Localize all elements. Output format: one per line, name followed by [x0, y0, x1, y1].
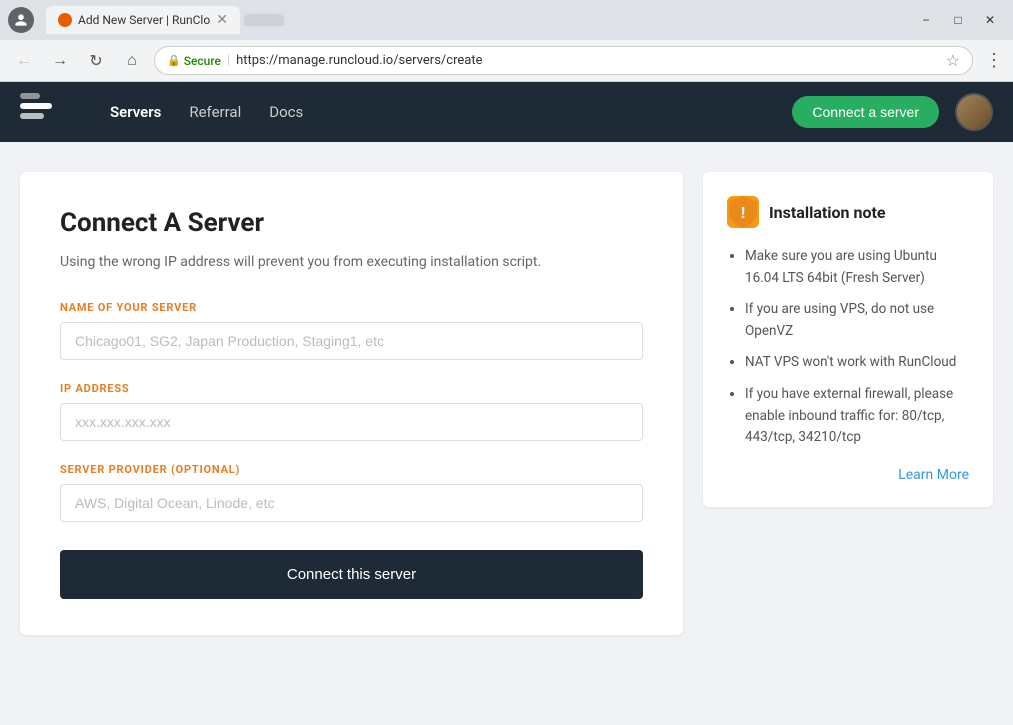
server-name-input[interactable] — [60, 322, 643, 360]
form-card: Connect A Server Using the wrong IP addr… — [20, 172, 683, 635]
connect-this-server-button[interactable]: Connect this server — [60, 550, 643, 599]
note-items-list: Make sure you are using Ubuntu 16.04 LTS… — [727, 246, 969, 449]
tab-favicon — [58, 13, 72, 27]
note-footer: Learn More — [727, 467, 969, 483]
form-description: Using the wrong IP address will prevent … — [60, 252, 643, 273]
minimize-button[interactable]: − — [911, 7, 941, 33]
server-provider-label: SERVER PROVIDER (OPTIONAL) — [60, 463, 643, 476]
server-name-label: NAME OF YOUR SERVER — [60, 301, 643, 314]
ip-address-group: IP ADDRESS — [60, 382, 643, 441]
server-provider-group: SERVER PROVIDER (OPTIONAL) — [60, 463, 643, 522]
browser-user-icon — [8, 7, 34, 33]
shield-warning-icon: ! — [727, 196, 759, 228]
top-navigation: Servers Referral Docs Connect a server — [0, 82, 1013, 142]
page-title: Connect A Server — [60, 208, 643, 238]
close-button[interactable]: ✕ — [975, 7, 1005, 33]
note-item-4: If you have external firewall, please en… — [745, 384, 969, 449]
ip-address-input[interactable] — [60, 403, 643, 441]
note-item-3: NAT VPS won't work with RunCloud — [745, 352, 969, 374]
svg-text:!: ! — [741, 203, 745, 222]
secure-badge: 🔒 Secure — [167, 54, 221, 68]
nav-links: Servers Referral Docs — [106, 95, 307, 129]
user-avatar[interactable] — [955, 93, 993, 131]
home-button[interactable]: ⌂ — [118, 47, 146, 75]
note-item-2: If you are using VPS, do not use OpenVZ — [745, 299, 969, 342]
maximize-button[interactable]: □ — [943, 7, 973, 33]
nav-docs[interactable]: Docs — [265, 95, 307, 129]
nav-logo[interactable] — [20, 93, 76, 132]
address-bar-container: ← → ↻ ⌂ 🔒 Secure | https://manage.runclo… — [0, 40, 1013, 81]
address-separator: | — [227, 53, 230, 68]
server-form: NAME OF YOUR SERVER IP ADDRESS SERVER PR… — [60, 301, 643, 599]
browser-tab[interactable]: Add New Server | RunClo ✕ — [46, 6, 240, 34]
tab-close-button[interactable]: ✕ — [216, 12, 228, 28]
note-title: Installation note — [769, 203, 886, 222]
lock-icon: 🔒 — [167, 54, 181, 67]
note-item-1: Make sure you are using Ubuntu 16.04 LTS… — [745, 246, 969, 289]
logo-icon — [20, 93, 70, 132]
window-controls: − □ ✕ — [911, 7, 1005, 33]
page-content: Connect A Server Using the wrong IP addr… — [0, 142, 1013, 665]
note-header: ! Installation note — [727, 196, 969, 228]
browser-tab-inactive[interactable] — [244, 14, 284, 26]
nav-referral[interactable]: Referral — [185, 95, 245, 129]
nav-servers[interactable]: Servers — [106, 95, 165, 129]
server-name-group: NAME OF YOUR SERVER — [60, 301, 643, 360]
bookmark-icon[interactable]: ☆ — [946, 51, 960, 70]
installation-note-card: ! Installation note Make sure you are us… — [703, 172, 993, 507]
server-provider-input[interactable] — [60, 484, 643, 522]
forward-button[interactable]: → — [46, 47, 74, 75]
tab-title: Add New Server | RunClo — [78, 13, 210, 27]
back-button[interactable]: ← — [10, 47, 38, 75]
address-bar[interactable]: 🔒 Secure | https://manage.runcloud.io/se… — [154, 46, 973, 75]
address-url: https://manage.runcloud.io/servers/creat… — [236, 53, 482, 68]
connect-server-button[interactable]: Connect a server — [792, 96, 939, 128]
ip-address-label: IP ADDRESS — [60, 382, 643, 395]
refresh-button[interactable]: ↻ — [82, 47, 110, 75]
learn-more-link[interactable]: Learn More — [898, 467, 969, 483]
browser-menu-icon[interactable]: ⋮ — [985, 50, 1003, 71]
